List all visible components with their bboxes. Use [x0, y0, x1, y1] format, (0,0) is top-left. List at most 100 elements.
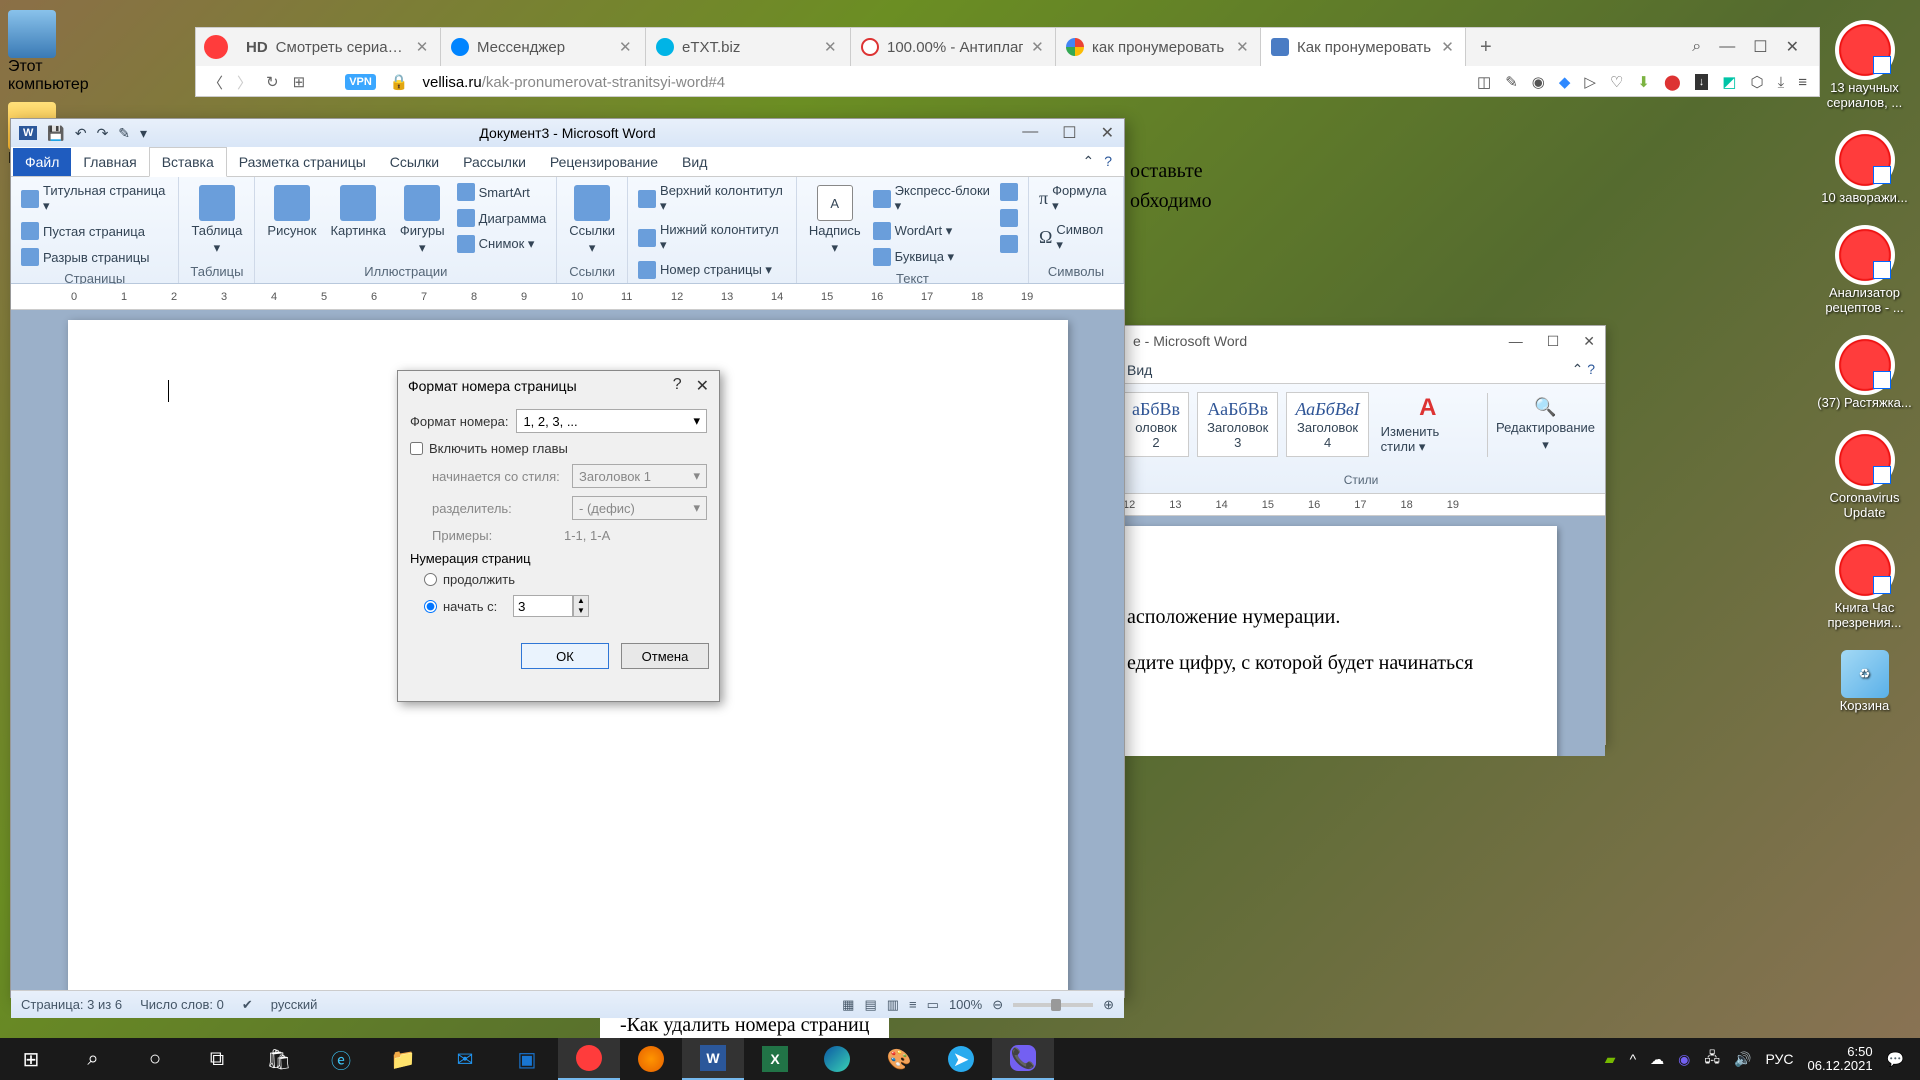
- maximize-icon[interactable]: ☐: [1547, 333, 1560, 350]
- view-read-icon[interactable]: ▤: [864, 997, 876, 1013]
- zoom-in-button[interactable]: ⊕: [1103, 997, 1114, 1013]
- spinner-down[interactable]: ▼: [574, 606, 588, 616]
- tray-nvidia-icon[interactable]: ▰: [1605, 1051, 1616, 1068]
- close-icon[interactable]: ✕: [1101, 123, 1114, 143]
- tab-2[interactable]: Мессенджер✕: [441, 28, 646, 66]
- close-icon[interactable]: ✕: [1031, 38, 1045, 56]
- reload-button[interactable]: ↻: [266, 73, 279, 91]
- store-icon[interactable]: 🛍: [248, 1038, 310, 1080]
- telegram-icon[interactable]: ➤: [930, 1038, 992, 1080]
- style-heading2[interactable]: аБбВволовок 2: [1123, 392, 1189, 457]
- close-icon[interactable]: ✕: [416, 38, 430, 56]
- tab-review[interactable]: Рецензирование: [538, 148, 670, 176]
- ie-icon[interactable]: ⓔ: [310, 1038, 372, 1080]
- url-text[interactable]: vellisa.ru/kak-pronumerovat-stranitsyi-w…: [423, 74, 726, 91]
- tab-references[interactable]: Ссылки: [378, 148, 451, 176]
- smartart-button[interactable]: SmartArt: [455, 181, 549, 203]
- opera-shortcut-3[interactable]: Анализатор рецептов - ...: [1817, 225, 1912, 315]
- continue-radio[interactable]: [424, 573, 437, 586]
- tab-file[interactable]: Файл: [13, 148, 71, 176]
- close-icon[interactable]: ✕: [1786, 37, 1799, 57]
- save-icon[interactable]: 💾: [47, 125, 64, 142]
- blank-page-button[interactable]: Пустая страница: [19, 220, 170, 242]
- datetime-button[interactable]: [998, 207, 1020, 229]
- header-button[interactable]: Верхний колонтитул ▾: [636, 181, 788, 216]
- tab-5[interactable]: как пронумеровать с...✕: [1056, 28, 1261, 66]
- help-icon[interactable]: ?: [673, 376, 682, 396]
- forward-button[interactable]: 〉: [237, 72, 252, 93]
- notifications-icon[interactable]: 💬: [1887, 1051, 1904, 1068]
- start-at-radio[interactable]: [424, 600, 437, 613]
- ext-icon-4[interactable]: ⬤: [1664, 73, 1681, 91]
- cube-icon[interactable]: ⬡: [1750, 73, 1763, 91]
- app-icon[interactable]: ▣: [496, 1038, 558, 1080]
- cortana-button[interactable]: ○: [124, 1038, 186, 1080]
- view-outline-icon[interactable]: ≡: [909, 997, 917, 1012]
- minimize-icon[interactable]: —: [1509, 333, 1523, 349]
- start-at-input[interactable]: [513, 595, 573, 617]
- tab-mailings[interactable]: Рассылки: [451, 148, 538, 176]
- view-draft-icon[interactable]: ▭: [927, 997, 939, 1013]
- minimize-icon[interactable]: —: [1022, 123, 1038, 143]
- number-format-select[interactable]: 1, 2, 3, ...▾: [516, 409, 707, 433]
- tab-home[interactable]: Главная: [71, 148, 148, 176]
- vpn-badge[interactable]: VPN: [345, 74, 376, 90]
- page-break-button[interactable]: Разрыв страницы: [19, 246, 170, 268]
- downloads-icon[interactable]: ⤓: [1778, 74, 1785, 91]
- collapse-ribbon-icon[interactable]: ⌃: [1572, 361, 1584, 377]
- start-button[interactable]: ⊞: [0, 1038, 62, 1080]
- tray-cloud-icon[interactable]: ☁: [1650, 1051, 1664, 1068]
- tab-layout[interactable]: Разметка страницы: [227, 148, 378, 176]
- word2-document[interactable]: асположение нумерации. едите цифру, с ко…: [1117, 516, 1605, 756]
- opera-shortcut-2[interactable]: 10 заворажи...: [1817, 130, 1912, 205]
- tab-view[interactable]: Вид: [1127, 362, 1152, 378]
- qa-dropdown-icon[interactable]: ▾: [140, 125, 147, 142]
- close-icon[interactable]: ✕: [1441, 38, 1455, 56]
- my-computer-icon[interactable]: Этот компьютер: [8, 10, 98, 94]
- help-icon[interactable]: ?: [1104, 153, 1112, 170]
- picture-button[interactable]: Рисунок: [263, 181, 320, 260]
- word-count[interactable]: Число слов: 0: [140, 997, 224, 1012]
- minimize-icon[interactable]: —: [1719, 38, 1735, 56]
- tray-network-icon[interactable]: 🖧: [1704, 1047, 1720, 1071]
- qa-icon[interactable]: ✎: [118, 125, 130, 142]
- footer-button[interactable]: Нижний колонтитул ▾: [636, 220, 788, 255]
- textbox-button[interactable]: AНадпись▾: [805, 181, 865, 268]
- equation-button[interactable]: πФормула ▾: [1037, 181, 1115, 216]
- tab-view[interactable]: Вид: [670, 148, 719, 176]
- maximize-icon[interactable]: ☐: [1062, 123, 1076, 143]
- heart-icon[interactable]: ♡: [1610, 73, 1623, 91]
- ext-icon-3[interactable]: ▷: [1584, 73, 1596, 91]
- zoom-value[interactable]: 100%: [949, 997, 982, 1012]
- tab-6-active[interactable]: Как пронумеровать с...✕: [1261, 28, 1466, 66]
- symbol-button[interactable]: ΩСимвол ▾: [1037, 220, 1115, 255]
- quickparts-button[interactable]: Экспресс-блоки ▾: [871, 181, 992, 216]
- download-arrow-icon[interactable]: ⬇: [1637, 73, 1650, 91]
- chart-button[interactable]: Диаграмма: [455, 207, 549, 229]
- opera-shortcut-4[interactable]: (37) Растяжка...: [1817, 335, 1912, 410]
- opera-shortcut-1[interactable]: 13 научных сериалов, ...: [1817, 20, 1912, 110]
- table-button[interactable]: Таблица▾: [187, 181, 246, 260]
- close-icon[interactable]: ✕: [1236, 38, 1250, 56]
- tab-3[interactable]: eTXT.biz✕: [646, 28, 851, 66]
- word-taskbar-icon[interactable]: W: [682, 1038, 744, 1080]
- style-heading4[interactable]: АаБбВвIЗаголовок 4: [1286, 392, 1368, 457]
- wordart-button[interactable]: WordArt ▾: [871, 220, 992, 242]
- collapse-ribbon-icon[interactable]: ⌃: [1082, 153, 1094, 170]
- help-icon[interactable]: ?: [1587, 361, 1595, 377]
- opera-shortcut-5[interactable]: Coronavirus Update: [1817, 430, 1912, 520]
- ok-button[interactable]: ОК: [521, 643, 609, 669]
- close-icon[interactable]: ✕: [619, 38, 635, 56]
- clock[interactable]: 6:50 06.12.2021: [1807, 1045, 1872, 1073]
- sidebar-icon[interactable]: ◫: [1477, 73, 1491, 91]
- close-icon[interactable]: ✕: [1583, 333, 1595, 350]
- tray-volume-icon[interactable]: 🔊: [1734, 1051, 1751, 1068]
- ext-icon-5[interactable]: ↓: [1695, 74, 1709, 90]
- opera-shortcut-6[interactable]: Книга Час презрения...: [1817, 540, 1912, 630]
- spell-icon[interactable]: ✔: [242, 997, 253, 1013]
- recycle-bin-icon[interactable]: ♻Корзина: [1817, 650, 1912, 713]
- clipart-button[interactable]: Картинка: [326, 181, 389, 260]
- page-indicator[interactable]: Страница: 3 из 6: [21, 997, 122, 1012]
- dialog-title-bar[interactable]: Формат номера страницы ?✕: [398, 371, 719, 401]
- shield-icon[interactable]: ◆: [1559, 73, 1571, 91]
